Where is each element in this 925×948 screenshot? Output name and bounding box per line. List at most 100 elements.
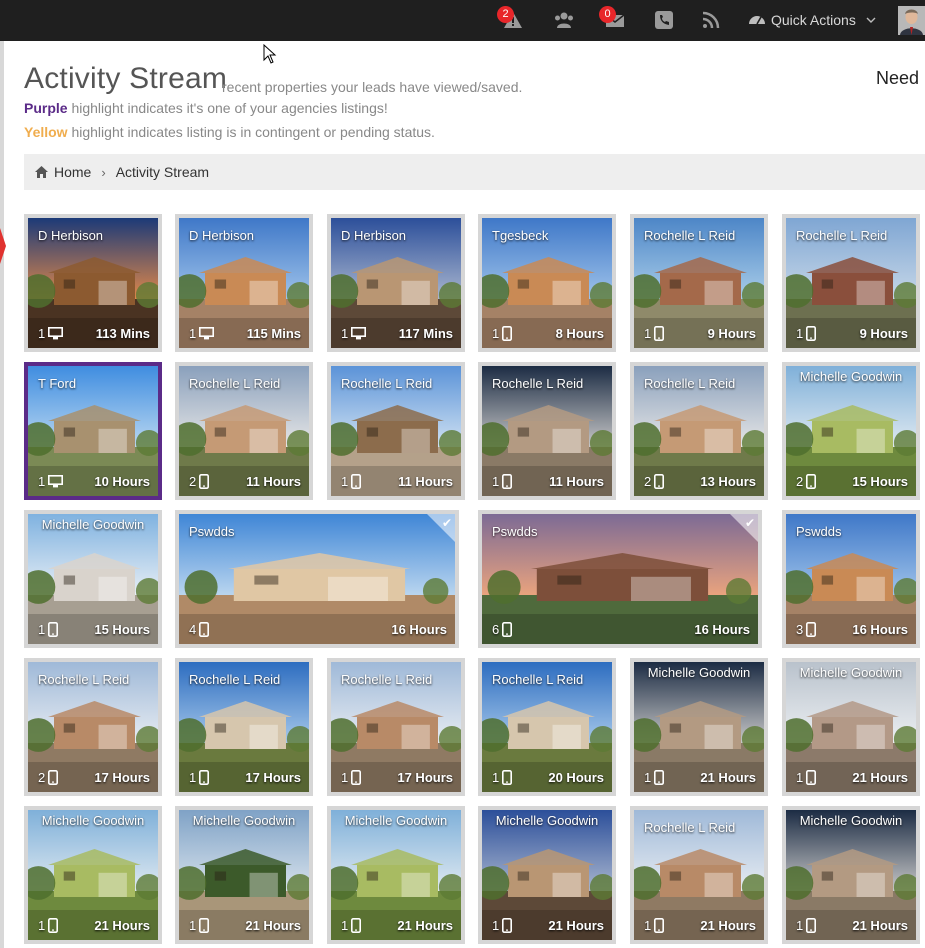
property-tile[interactable]: Michelle Goodwin 1 21 Hours xyxy=(175,806,313,944)
quick-actions-menu[interactable]: Quick Actions xyxy=(748,11,876,29)
property-tile[interactable]: Michelle Goodwin 1 21 Hours xyxy=(478,806,616,944)
lead-name[interactable]: Rochelle L Reid xyxy=(189,376,280,391)
property-tile[interactable]: Michelle Goodwin 1 21 Hours xyxy=(782,806,920,944)
lead-name[interactable]: Michelle Goodwin xyxy=(786,813,916,829)
phone-button[interactable] xyxy=(654,10,674,30)
property-photo-frame: D Herbison 1 115 Mins xyxy=(179,218,309,348)
time-ago: 9 Hours xyxy=(859,326,908,341)
time-ago: 10 Hours xyxy=(94,474,150,489)
view-count: 2 xyxy=(796,474,817,489)
property-tile[interactable]: Pswdds 3 16 Hours xyxy=(782,510,920,648)
time-ago: 11 Hours xyxy=(246,474,301,489)
lead-name[interactable]: Rochelle L Reid xyxy=(341,376,432,391)
lead-name[interactable]: D Herbison xyxy=(189,228,254,243)
lead-name[interactable]: Rochelle L Reid xyxy=(492,672,583,687)
rss-button[interactable] xyxy=(701,10,721,30)
time-ago: 16 Hours xyxy=(852,622,908,637)
view-count: 2 xyxy=(38,770,59,785)
sidebar-edge xyxy=(0,41,4,948)
lead-name[interactable]: Michelle Goodwin xyxy=(331,813,461,829)
property-tile[interactable]: Michelle Goodwin 1 21 Hours xyxy=(24,806,162,944)
property-photo-frame: Rochelle L Reid 1 11 Hours xyxy=(331,366,461,496)
view-count-number: 1 xyxy=(341,474,349,489)
property-tile[interactable]: Rochelle L Reid 2 11 Hours xyxy=(175,362,313,500)
time-ago: 117 Mins xyxy=(398,326,453,341)
lead-name[interactable]: Rochelle L Reid xyxy=(492,376,583,391)
time-ago: 21 Hours xyxy=(397,918,453,933)
lead-name[interactable]: Michelle Goodwin xyxy=(786,665,916,681)
property-tile[interactable]: Tgesbeck 1 8 Hours xyxy=(478,214,616,352)
view-count-number: 1 xyxy=(644,770,652,785)
mobile-icon xyxy=(502,474,513,489)
leads-button[interactable] xyxy=(554,10,574,30)
view-count: 1 xyxy=(189,770,210,785)
view-count-number: 2 xyxy=(38,770,46,785)
lead-name[interactable]: Rochelle L Reid xyxy=(796,228,887,243)
lead-name[interactable]: D Herbison xyxy=(341,228,406,243)
mobile-icon xyxy=(48,622,59,637)
phone-icon xyxy=(655,11,673,29)
view-count-number: 1 xyxy=(38,474,46,489)
property-tile[interactable]: Rochelle L Reid 1 11 Hours xyxy=(327,362,465,500)
user-avatar[interactable] xyxy=(898,6,925,35)
view-count-number: 1 xyxy=(189,918,197,933)
sidebar-toggle[interactable] xyxy=(0,228,6,264)
property-tile[interactable]: Michelle Goodwin 2 15 Hours xyxy=(782,362,920,500)
property-tile[interactable]: Rochelle L Reid 1 11 Hours xyxy=(478,362,616,500)
property-tile[interactable]: Rochelle L Reid 1 17 Hours xyxy=(327,658,465,796)
lead-name[interactable]: Rochelle L Reid xyxy=(644,820,735,835)
lead-name[interactable]: Michelle Goodwin xyxy=(482,813,612,829)
lead-name[interactable]: Tgesbeck xyxy=(492,228,548,243)
lead-name[interactable]: Pswdds xyxy=(796,524,842,539)
page-subtitle: recent properties your leads have viewed… xyxy=(222,79,523,95)
view-count-number: 1 xyxy=(492,918,500,933)
view-count-number: 1 xyxy=(644,326,652,341)
lead-name[interactable]: Rochelle L Reid xyxy=(341,672,432,687)
lead-name[interactable]: Michelle Goodwin xyxy=(786,369,916,385)
property-tile[interactable]: Michelle Goodwin 1 21 Hours xyxy=(630,658,768,796)
property-tile[interactable]: Rochelle L Reid 1 17 Hours xyxy=(175,658,313,796)
alerts-button[interactable]: 2 xyxy=(497,6,523,30)
lead-name[interactable]: Rochelle L Reid xyxy=(189,672,280,687)
mobile-icon xyxy=(199,918,210,933)
property-photo-frame: Rochelle L Reid 1 17 Hours xyxy=(331,662,461,792)
lead-name[interactable]: Rochelle L Reid xyxy=(644,376,735,391)
lead-name[interactable]: Michelle Goodwin xyxy=(28,517,158,533)
property-tile[interactable]: Pswdds 4 16 Hours ✔ xyxy=(175,510,459,648)
lead-name[interactable]: D Herbison xyxy=(38,228,103,243)
time-ago: 13 Hours xyxy=(700,474,756,489)
property-tile[interactable]: Michelle Goodwin 1 15 Hours xyxy=(24,510,162,648)
property-photo-frame: Pswdds 4 16 Hours ✔ xyxy=(179,514,455,644)
lead-name[interactable]: Rochelle L Reid xyxy=(644,228,735,243)
property-tile[interactable]: Michelle Goodwin 1 21 Hours xyxy=(782,658,920,796)
lead-name[interactable]: Michelle Goodwin xyxy=(634,665,764,681)
lead-name[interactable]: T Ford xyxy=(38,376,76,391)
property-tile[interactable]: D Herbison 1 113 Mins xyxy=(24,214,162,352)
property-tile[interactable]: Rochelle L Reid 2 17 Hours xyxy=(24,658,162,796)
property-tile[interactable]: Rochelle L Reid 2 13 Hours xyxy=(630,362,768,500)
property-tile[interactable]: Michelle Goodwin 1 21 Hours xyxy=(327,806,465,944)
property-tile[interactable]: T Ford 1 10 Hours xyxy=(24,362,162,500)
desktop-icon xyxy=(48,327,64,340)
messages-button[interactable]: 0 xyxy=(599,6,625,30)
property-tile[interactable]: Pswdds 6 16 Hours ✔ xyxy=(478,510,762,648)
property-tile[interactable]: Rochelle L Reid 1 9 Hours xyxy=(630,214,768,352)
property-tile[interactable]: Rochelle L Reid 1 20 Hours xyxy=(478,658,616,796)
view-count-number: 1 xyxy=(492,326,500,341)
property-tile[interactable]: D Herbison 1 117 Mins xyxy=(327,214,465,352)
breadcrumb-home-link[interactable]: Home xyxy=(54,164,91,180)
view-count: 1 xyxy=(492,918,513,933)
view-count: 1 xyxy=(644,918,665,933)
property-tile[interactable]: D Herbison 1 115 Mins xyxy=(175,214,313,352)
property-tile[interactable]: Rochelle L Reid 1 9 Hours xyxy=(782,214,920,352)
lead-name[interactable]: Pswdds xyxy=(189,524,235,539)
property-tile[interactable]: Rochelle L Reid 1 21 Hours xyxy=(630,806,768,944)
lead-name[interactable]: Pswdds xyxy=(492,524,538,539)
alerts-badge: 2 xyxy=(497,6,514,23)
lead-name[interactable]: Rochelle L Reid xyxy=(38,672,129,687)
property-photo-frame: Pswdds 3 16 Hours xyxy=(786,514,916,644)
dashboard-icon xyxy=(749,16,765,25)
mobile-icon xyxy=(502,918,513,933)
lead-name[interactable]: Michelle Goodwin xyxy=(28,813,158,829)
lead-name[interactable]: Michelle Goodwin xyxy=(179,813,309,829)
